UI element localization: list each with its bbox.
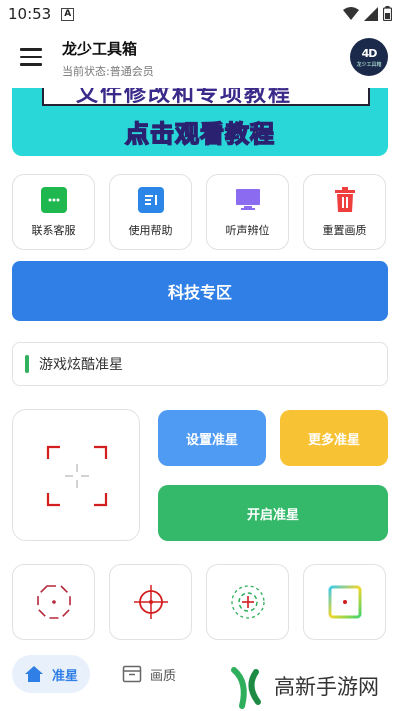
title-block: 龙少工具箱 当前状态:普通会员: [62, 38, 154, 79]
tool-label: 听声辨位: [225, 223, 270, 237]
document-icon: [137, 186, 164, 213]
nav-tab-quality[interactable]: 画质: [122, 655, 176, 693]
box-icon: [122, 665, 142, 683]
circle-crosshair-icon: [133, 585, 168, 619]
crosshair-preview: [12, 409, 140, 541]
nav-tab-crosshair[interactable]: 准星: [12, 655, 90, 693]
status-time: 10:53: [8, 5, 52, 23]
crosshair-preview-icon: [46, 445, 108, 507]
more-crosshair-button[interactable]: 更多准星: [280, 410, 388, 466]
tool-tile-reset[interactable]: 重置画质: [303, 174, 386, 250]
avatar[interactable]: 4D 龙少工具箱: [350, 38, 388, 76]
nav-label-quality: 画质: [150, 668, 177, 684]
section-title: 游戏炫酷准星: [39, 357, 123, 373]
preset-gradient-square[interactable]: [303, 564, 386, 640]
preset-octagon[interactable]: [12, 564, 95, 640]
dashed-circle-crosshair-icon: [230, 585, 265, 619]
gradient-square-crosshair-icon: [328, 585, 361, 619]
watermark: 高新手游网: [220, 662, 390, 710]
app-bar: 龙少工具箱 当前状态:普通会员 4D 龙少工具箱: [0, 28, 400, 86]
tool-label: 重置画质: [322, 223, 367, 237]
tool-label: 联系客服: [31, 223, 76, 237]
tool-grid: 联系客服 使用帮助 听声辨位 重置画质: [12, 174, 388, 250]
status-icons: [343, 6, 392, 21]
section-accent-bar: [25, 355, 29, 373]
battery-icon: [383, 6, 392, 21]
watermark-text: 高新手游网: [274, 675, 379, 699]
home-icon: [24, 666, 43, 682]
trash-icon: [332, 186, 358, 213]
app-screen: 10:53 A 龙少工具箱 当前状态:普通会员 4D 龙少工具箱 文件修改和专项…: [0, 0, 400, 711]
set-crosshair-button[interactable]: 设置准星: [158, 410, 266, 466]
preset-circle[interactable]: [109, 564, 192, 640]
banner-top-text: 文件修改和专项教程: [76, 88, 293, 107]
banner-top-clip: 文件修改和专项教程: [42, 88, 370, 108]
wifi-icon: [343, 6, 359, 20]
preset-dashed-circle[interactable]: [206, 564, 289, 640]
tool-label: 使用帮助: [128, 223, 173, 237]
crosshair-section-header: 游戏炫酷准星: [12, 342, 388, 386]
octagon-crosshair-icon: [36, 585, 71, 619]
nav-label-crosshair: 准星: [51, 668, 78, 684]
menu-icon[interactable]: [20, 48, 42, 66]
signal-icon: [364, 6, 378, 21]
chat-icon: [40, 186, 67, 213]
status-bar: 10:53 A: [0, 0, 400, 28]
logo-icon: 4D: [361, 46, 378, 60]
app-title: 龙少工具箱: [62, 40, 138, 58]
tutorial-banner[interactable]: 文件修改和专项教程 点击观看教程: [12, 88, 388, 156]
membership-status: 当前状态:普通会员: [62, 65, 154, 78]
banner-headline: 点击观看教程: [124, 119, 275, 149]
avatar-caption: 龙少工具箱: [356, 61, 382, 68]
crosshair-presets: [12, 564, 388, 640]
tool-tile-help[interactable]: 使用帮助: [109, 174, 192, 250]
tool-tile-sound[interactable]: 听声辨位: [206, 174, 289, 250]
notification-icon: A: [61, 7, 75, 21]
tech-zone-button[interactable]: 科技专区: [12, 261, 388, 321]
tool-tile-support[interactable]: 联系客服: [12, 174, 95, 250]
monitor-icon: [235, 187, 261, 213]
enable-crosshair-button[interactable]: 开启准星: [158, 485, 388, 541]
watermark-logo-icon: [222, 664, 266, 709]
